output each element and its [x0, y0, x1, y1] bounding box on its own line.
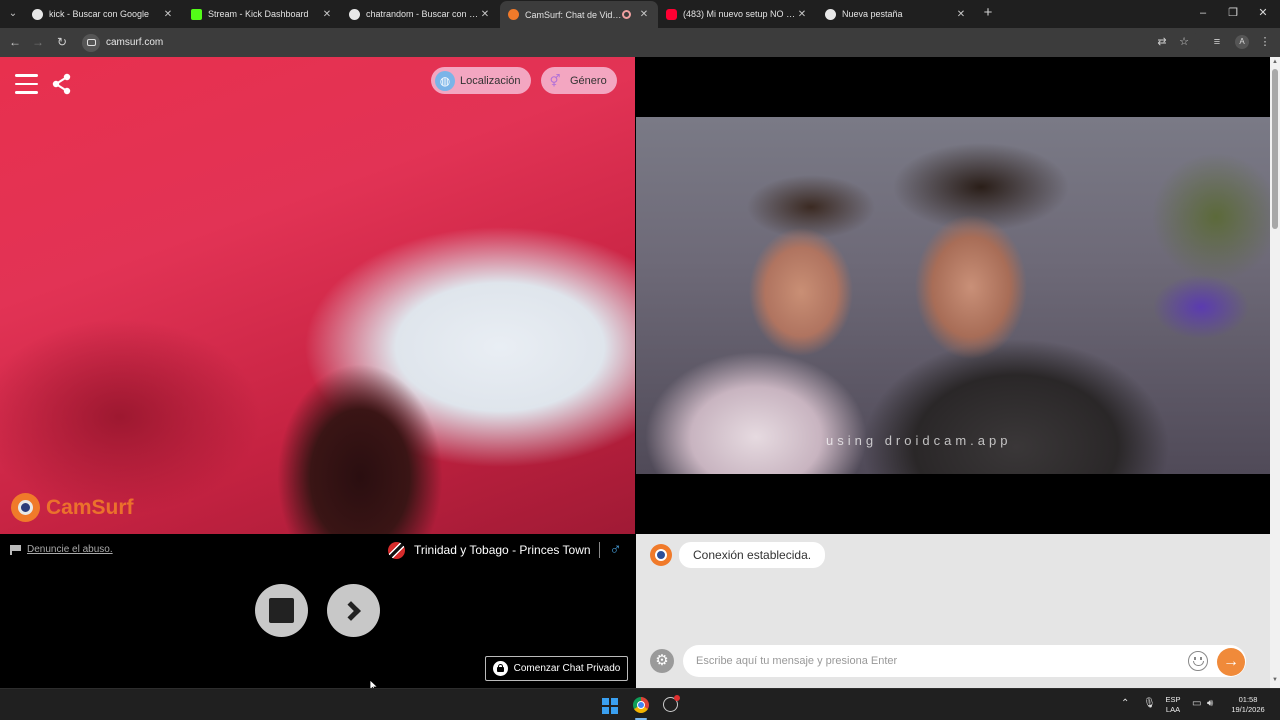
video-watermark: using droidcam.app [826, 433, 1012, 448]
tab-close-icon[interactable]: ✕ [638, 9, 650, 20]
tab-close-icon[interactable]: ✕ [321, 9, 333, 20]
tab-title: Nueva pestaña [842, 9, 903, 19]
microphone-icon[interactable]: 🎙︎ [1143, 698, 1156, 709]
report-abuse-label: Denuncie el abuso. [27, 544, 113, 555]
male-symbol-icon: ♂ [609, 541, 622, 558]
emoji-smiley-icon[interactable] [1188, 651, 1208, 671]
partner-camera-video: using droidcam.app [636, 117, 1270, 474]
lock-icon [492, 661, 508, 676]
tab-kick-dashboard[interactable]: Stream - Kick Dashboard ✕ [183, 3, 341, 25]
chat-message-input[interactable]: Escribe aquí tu mensaje y presiona Enter [683, 645, 1246, 677]
recording-dot-icon [674, 695, 680, 701]
private-chat-label: Comenzar Chat Privado [513, 663, 621, 674]
bookmark-star-icon[interactable]: ☆ [1177, 35, 1191, 49]
restore-icon[interactable]: ❐ [1226, 6, 1240, 20]
location-filter-label: Localización [460, 74, 521, 87]
system-message: Conexión establecida. [650, 542, 826, 568]
chrome-favicon-icon [825, 8, 836, 20]
tab-chatrandom-search[interactable]: chatrandom - Buscar con Google ✕ [341, 3, 499, 25]
scrollbar-thumb[interactable] [1272, 69, 1278, 229]
send-arrow-button[interactable]: → [1217, 648, 1245, 676]
chrome-menu-icon[interactable]: ⋮ [1258, 35, 1272, 49]
gender-filter-label: Género [570, 74, 607, 87]
partner-location: Trinidad y Tobago - Princes Town ♂ [388, 541, 622, 559]
scroll-down-icon[interactable]: ▼ [1271, 677, 1279, 685]
google-favicon-icon [349, 8, 360, 20]
browser-toolbar: ← → ↻ camsurf.com ⇄ ☆ ≡ ⋮ [0, 28, 1280, 57]
volume-icon[interactable]: 🔊︎ [1207, 698, 1213, 709]
message-bubble: Conexión establecida. [679, 542, 826, 568]
chat-panel: Conexión establecida. ⚙ Escribe aquí tu … [636, 534, 1270, 688]
translate-icon[interactable]: ⇄ [1155, 35, 1169, 49]
keyboard-layout: LAA [1165, 705, 1181, 714]
tab-title: Stream - Kick Dashboard [208, 9, 309, 19]
flag-icon [10, 544, 21, 555]
tab-youtube[interactable]: (483) Mi nuevo setup NO SE VI ✕ [658, 3, 816, 25]
gender-symbol-icon: ⚥ [549, 73, 561, 88]
back-arrow-icon[interactable]: ← [8, 35, 22, 49]
scroll-up-icon[interactable]: ▲ [1271, 59, 1279, 67]
tab-camsurf[interactable]: CamSurf: Chat de Video Ale ✕ [500, 1, 658, 28]
language-indicator[interactable]: ESP LAA [1162, 695, 1184, 715]
location-filter-button[interactable]: ◍ Localización [431, 67, 531, 94]
clock[interactable]: 01:58 19/1/2026 [1226, 695, 1270, 715]
url-text: camsurf.com [106, 37, 164, 48]
close-window-icon[interactable]: ✕ [1256, 6, 1270, 20]
tab-title: CamSurf: Chat de Video Ale [525, 9, 622, 20]
tab-search-chevron-icon[interactable]: ⌄ [4, 5, 22, 23]
report-abuse-link[interactable]: Denuncie el abuso. [10, 544, 113, 555]
clock-date: 19/1/2026 [1231, 705, 1265, 714]
minimize-icon[interactable]: – [1196, 6, 1210, 20]
camsurf-logo-text: CamSurf [46, 495, 134, 519]
tab-kick-search[interactable]: kick - Buscar con Google ✕ [24, 3, 182, 25]
kick-favicon-icon [191, 8, 202, 20]
start-private-chat-button[interactable]: Comenzar Chat Privado [485, 656, 628, 681]
youtube-favicon-icon [666, 8, 677, 20]
media-controls-icon[interactable]: ≡ [1210, 35, 1224, 49]
gender-filter-button[interactable]: ⚥ Género [541, 67, 617, 94]
stop-button[interactable] [255, 584, 308, 637]
new-tab-plus-icon[interactable]: + [980, 4, 996, 22]
divider [598, 542, 600, 558]
profile-avatar[interactable]: A [1235, 35, 1249, 49]
chrome-app-icon[interactable] [633, 697, 649, 713]
page-scrollbar[interactable]: ▲ ▼ [1270, 57, 1280, 688]
partner-location-text: Trinidad y Tobago - Princes Town [414, 543, 591, 557]
tab-close-icon[interactable]: ✕ [796, 9, 808, 20]
tab-close-icon[interactable]: ✕ [955, 9, 967, 20]
tab-close-icon[interactable]: ✕ [479, 9, 491, 20]
network-icon[interactable]: ▭ [1192, 698, 1201, 709]
tab-new-tab[interactable]: Nueva pestaña ✕ [817, 3, 975, 25]
camsurf-favicon-icon [508, 9, 519, 20]
next-button[interactable] [327, 584, 380, 637]
camsurf-avatar-icon [650, 544, 672, 566]
clock-time: 01:58 [1238, 695, 1258, 704]
reload-icon[interactable]: ↻ [55, 35, 69, 49]
settings-gear-icon[interactable]: ⚙ [650, 649, 674, 673]
language-code: ESP [1165, 695, 1181, 704]
google-favicon-icon [32, 8, 43, 20]
local-camera-video: ◍ Localización ⚥ Género CamSurf [0, 57, 635, 534]
recording-indicator-icon [622, 10, 631, 19]
camsurf-logo-icon [11, 493, 40, 522]
site-info-icon[interactable] [82, 33, 100, 52]
tray-chevron-up-icon[interactable]: ⌃ [1121, 698, 1129, 709]
share-icon[interactable] [51, 73, 73, 95]
browser-tab-strip: ⌄ kick - Buscar con Google ✕ Stream - Ki… [0, 0, 1280, 28]
address-bar[interactable]: camsurf.com [80, 31, 1200, 54]
tab-close-icon[interactable]: ✕ [162, 9, 174, 20]
stop-icon [269, 598, 294, 623]
chevron-right-icon [341, 600, 361, 621]
forward-arrow-icon[interactable]: → [31, 35, 45, 49]
tab-title: kick - Buscar con Google [49, 9, 150, 19]
tab-title: (483) Mi nuevo setup NO SE VI [683, 9, 796, 19]
trinidad-flag-icon [388, 541, 405, 559]
camsurf-page: ◍ Localización ⚥ Género CamSurf using dr… [0, 57, 1270, 693]
hamburger-menu-icon[interactable] [15, 74, 38, 94]
windows-taskbar: ⌃ 🎙︎ ESP LAA ▭ 🔊︎ 01:58 19/1/2026 [0, 688, 1280, 720]
camsurf-logo: CamSurf [11, 493, 134, 522]
globe-icon: ◍ [435, 70, 455, 91]
windows-start-icon[interactable] [602, 698, 618, 714]
tab-title: chatrandom - Buscar con Google [366, 9, 479, 19]
